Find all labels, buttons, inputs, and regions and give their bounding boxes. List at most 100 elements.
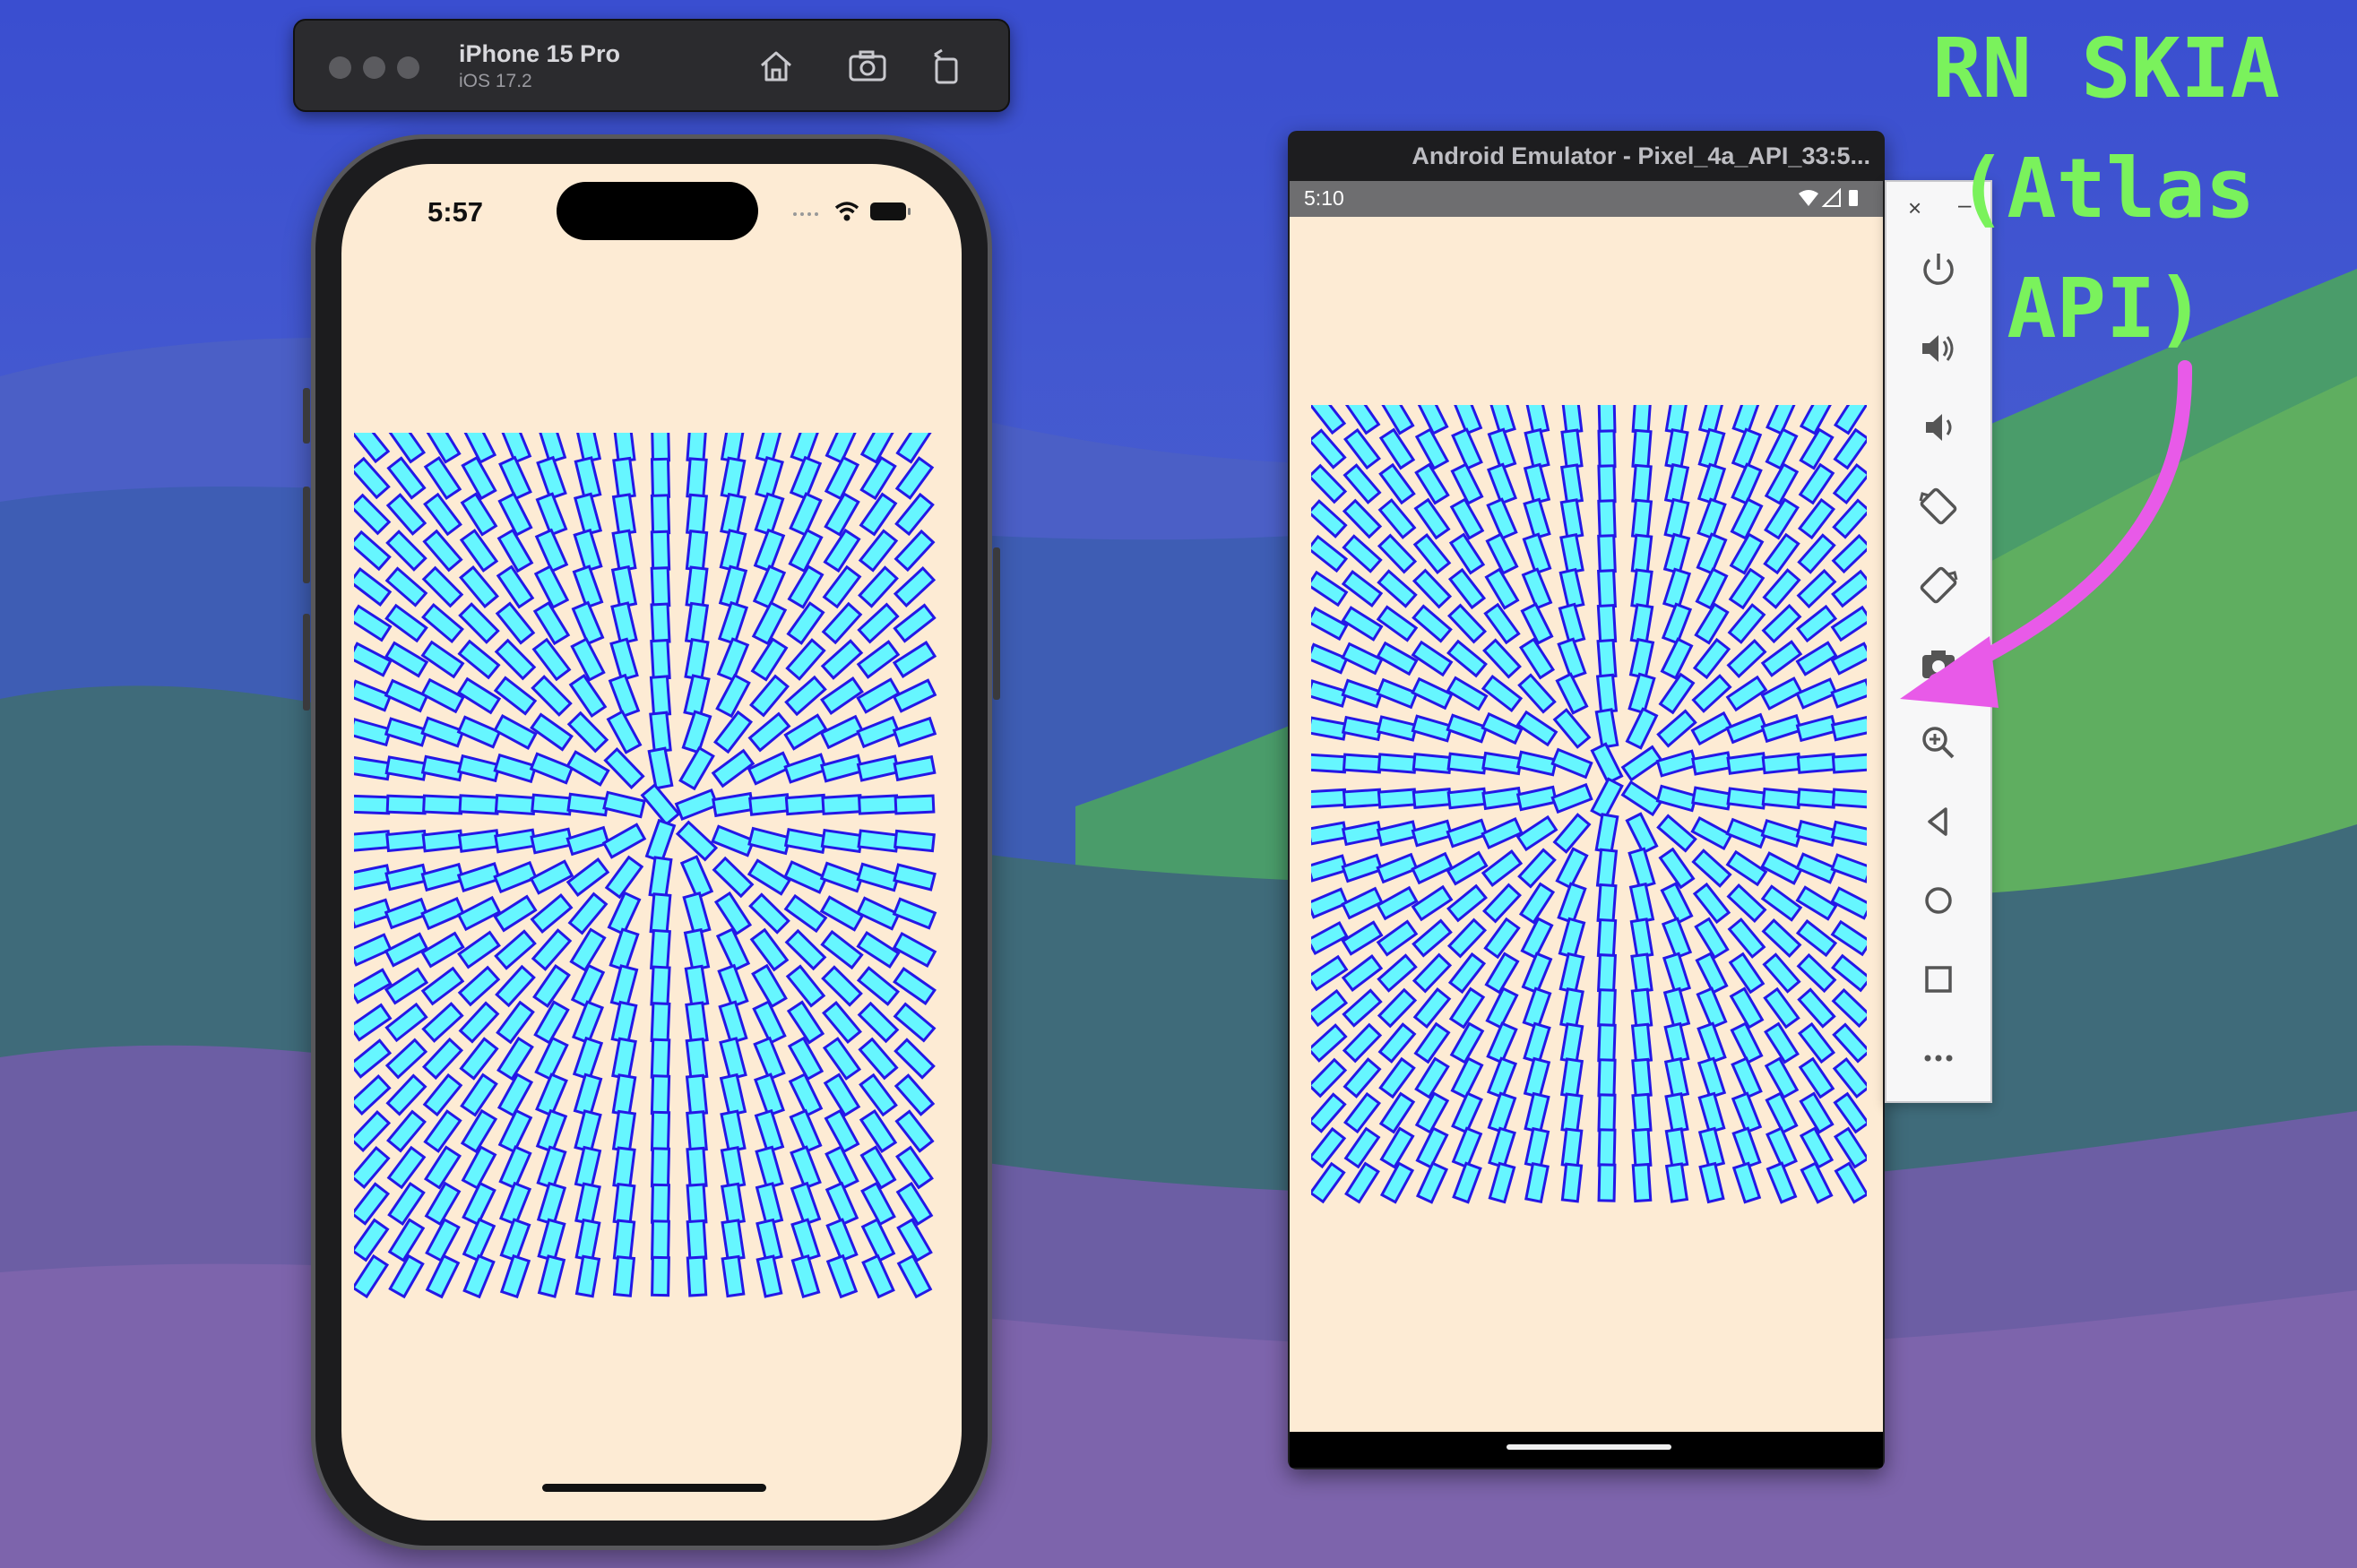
home-icon[interactable] <box>754 44 799 89</box>
atlas-sprite <box>1515 785 1558 812</box>
action-button[interactable] <box>303 388 310 444</box>
atlas-sprite <box>1523 497 1551 540</box>
volume-down-button[interactable] <box>303 614 310 711</box>
atlas-sprite <box>354 933 393 967</box>
screenshot-icon[interactable] <box>845 44 890 89</box>
atlas-sprite <box>1795 918 1838 958</box>
atlas-sprite <box>1411 884 1454 922</box>
atlas-sprite <box>1311 1161 1346 1204</box>
atlas-sprite <box>1521 567 1553 610</box>
atlas-sprite <box>496 528 534 573</box>
gesture-home-pill[interactable] <box>1507 1444 1671 1450</box>
atlas-sprite <box>1446 818 1489 849</box>
atlas-sprite <box>1595 673 1619 714</box>
atlas-sprite <box>1663 462 1690 505</box>
atlas-sprite <box>1552 708 1592 749</box>
signal-dots-icon <box>793 212 818 216</box>
home-icon[interactable] <box>1913 875 1964 926</box>
zoom-window-button[interactable] <box>397 56 419 79</box>
atlas-sprite <box>1596 638 1618 679</box>
side-power-button[interactable] <box>993 547 1000 700</box>
atlas-sprite <box>1662 986 1691 1030</box>
atlas-sprite <box>715 927 751 972</box>
atlas-sprite <box>574 1145 602 1190</box>
atlas-sprite <box>821 965 863 1007</box>
atlas-sprite <box>712 710 754 754</box>
atlas-sprite <box>1731 427 1763 470</box>
atlas-sprite <box>1482 638 1522 679</box>
atlas-sprite <box>354 566 393 607</box>
atlas-sprite <box>1691 786 1732 811</box>
more-icon[interactable] <box>1913 1033 1964 1083</box>
atlas-sprite <box>1630 498 1653 539</box>
atlas-sprite <box>495 964 536 1008</box>
atlas-sprite <box>531 793 573 816</box>
atlas-sprite <box>1660 637 1694 680</box>
atlas-sprite <box>1658 847 1696 890</box>
iphone-device-frame: 5:57 <box>303 134 1000 1550</box>
atlas-sprite <box>719 1037 747 1081</box>
android-status-time: 5:10 <box>1304 186 1344 210</box>
atlas-sprite <box>457 639 501 680</box>
atlas-sprite <box>385 530 427 572</box>
atlas-sprite <box>1412 604 1453 643</box>
atlas-sprite <box>715 673 751 719</box>
atlas-sprite <box>1729 986 1765 1030</box>
atlas-sprite <box>1629 603 1654 644</box>
close-window-button[interactable] <box>329 56 351 79</box>
atlas-sprite <box>1415 1126 1449 1169</box>
atlas-sprite <box>1481 849 1524 888</box>
atlas-sprite <box>611 529 637 573</box>
atlas-sprite <box>1662 532 1691 575</box>
atlas-sprite <box>789 1108 823 1154</box>
annotation-line-2: (Atlas <box>1956 141 2256 237</box>
overview-icon[interactable] <box>1913 954 1964 1004</box>
atlas-sprite <box>684 601 710 645</box>
atlas-sprite <box>1377 753 1418 774</box>
atlas-sprite <box>1414 1056 1450 1099</box>
atlas-sprite <box>824 455 860 501</box>
atlas-sprite <box>861 1254 895 1299</box>
atlas-sprite <box>1449 497 1485 540</box>
atlas-sprite <box>1695 567 1729 610</box>
atlas-sprite <box>1664 428 1689 470</box>
minimize-window-button[interactable] <box>363 56 385 79</box>
atlas-sprite <box>384 755 428 781</box>
atlas-sprite <box>686 493 708 536</box>
atlas-sprite <box>747 751 792 786</box>
atlas-sprite <box>1377 788 1418 809</box>
atlas-sprite <box>1731 1091 1763 1134</box>
atlas-sprite <box>609 637 639 682</box>
atlas-sprite <box>459 564 499 609</box>
atlas-sprite <box>892 641 937 678</box>
atlas-sprite <box>384 1002 428 1043</box>
atlas-sprite <box>857 602 900 644</box>
atlas-sprite <box>1517 848 1557 889</box>
back-icon[interactable] <box>1913 797 1964 847</box>
atlas-sprite <box>1692 637 1731 680</box>
atlas-sprite <box>1697 1091 1726 1134</box>
home-indicator[interactable] <box>542 1484 766 1492</box>
atlas-sprite <box>496 564 535 609</box>
atlas-sprite <box>1522 986 1552 1030</box>
atlas-sprite <box>423 492 462 537</box>
atlas-sprite <box>604 855 644 900</box>
atlas-sprite <box>1596 883 1618 924</box>
atlas-sprite <box>1377 498 1417 539</box>
atlas-sprite <box>1311 463 1348 504</box>
atlas-sprite <box>421 1037 464 1081</box>
atlas-sprite <box>1832 1022 1867 1064</box>
atlas-sprite <box>566 792 609 817</box>
atlas-sprite <box>825 1254 859 1299</box>
atlas-sprite <box>1662 952 1692 995</box>
atlas-sprite <box>895 1181 934 1227</box>
atlas-sprite <box>494 828 537 854</box>
atlas-sprite <box>424 1181 462 1227</box>
rotate-icon[interactable] <box>924 44 969 89</box>
annotation-arrow-icon <box>1900 360 2193 708</box>
atlas-sprite <box>1691 674 1732 713</box>
atlas-sprite <box>686 457 708 499</box>
atlas-sprite <box>1797 533 1836 574</box>
volume-up-button[interactable] <box>303 487 310 583</box>
atlas-sprite <box>1597 405 1617 434</box>
